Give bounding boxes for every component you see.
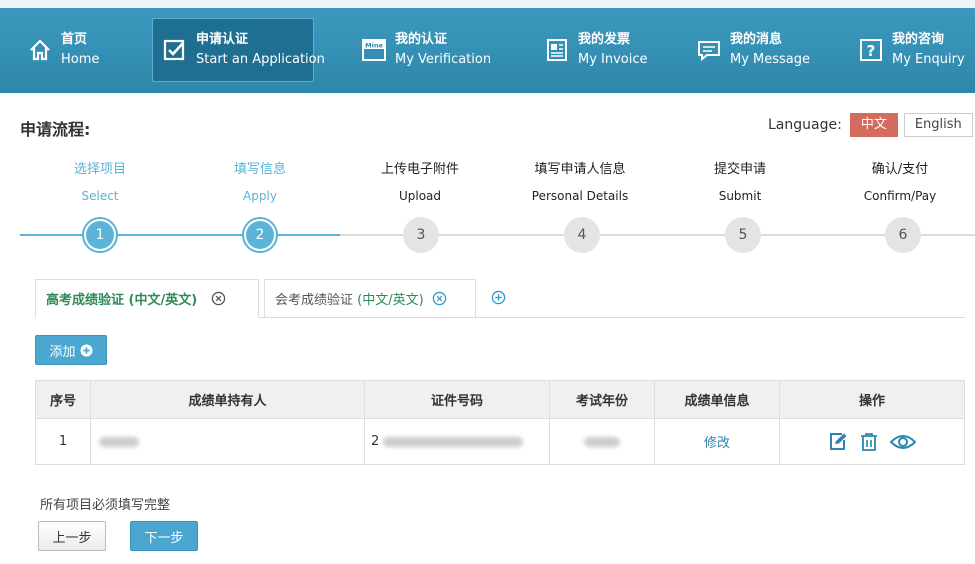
home-icon (28, 38, 52, 62)
language-label: Language: (768, 117, 842, 133)
tab-huikao-title: 会考成绩验证 (275, 293, 358, 308)
nav-my-enquiry[interactable]: ? 我的咨询 My Enquiry (859, 18, 965, 82)
nav-my-invoice-cn: 我的发票 (578, 32, 631, 47)
step-number-1: 1 (86, 221, 114, 249)
step-label-personal-details: 填写申请人信息 Personal Details (500, 161, 660, 205)
view-eye-icon[interactable] (890, 433, 916, 451)
cell-holder (90, 418, 365, 465)
nav-my-invoice[interactable]: 我的发票 My Invoice (545, 18, 648, 82)
step-upload-en: Upload (398, 189, 442, 203)
close-icon[interactable] (432, 291, 447, 306)
nav-my-enquiry-cn: 我的咨询 (892, 32, 945, 47)
table-row: 1 2 修改 (35, 418, 965, 465)
edit-link[interactable]: 修改 (704, 436, 730, 451)
trash-icon[interactable] (860, 432, 878, 452)
step-submit-cn: 提交申请 (713, 162, 766, 177)
step-label-submit: 提交申请 Submit (660, 161, 820, 205)
tab-huikao-paren: (中文/英文) (357, 293, 424, 308)
nav-start-application-en: Start an Application (196, 52, 325, 67)
progress-line-done (20, 234, 340, 236)
col-transcript-info: 成绩单信息 (654, 380, 780, 419)
checkbox-icon (163, 38, 187, 62)
tab-gaokao-verification[interactable]: 高考成绩验证 (中文/英文) (35, 279, 259, 318)
step-confirm-pay-en: Confirm/Pay (863, 189, 937, 203)
step-confirm-pay-cn: 确认/支付 (871, 162, 929, 177)
message-icon (697, 38, 721, 62)
step-select-en: Select (81, 189, 119, 203)
cell-id-number: 2 (364, 418, 550, 465)
step-label-upload: 上传电子附件 Upload (340, 161, 500, 205)
nav-my-verification-cn: 我的认证 (395, 32, 448, 47)
cell-actions (779, 418, 965, 465)
plus-circle-icon (79, 343, 93, 357)
step-circle-4: 4 (564, 217, 600, 253)
step-circle-1: 1 (82, 217, 118, 253)
lang-chinese-button[interactable]: 中文 (849, 113, 898, 137)
top-nav: 首页 Home 申请认证 Start an Application Mine 我… (0, 0, 975, 93)
svg-text:?: ? (867, 42, 876, 60)
table-header-row: 序号 成绩单持有人 证件号码 考试年份 成绩单信息 操作 (35, 380, 965, 419)
nav-my-message-cn: 我的消息 (730, 32, 783, 47)
step-circle-3: 3 (403, 217, 439, 253)
nav-my-enquiry-en: My Enquiry (892, 52, 965, 67)
step-label-confirm-pay: 确认/支付 Confirm/Pay (820, 161, 975, 205)
tab-gaokao-paren: (中文/英文) (128, 293, 198, 308)
nav-home-en: Home (61, 52, 100, 67)
step-apply-en: Apply (243, 189, 277, 203)
step-select-cn: 选择项目 (73, 162, 126, 177)
nav-start-application-cn: 申请认证 (196, 32, 249, 47)
nav-my-invoice-en: My Invoice (578, 52, 648, 67)
nav-my-verification-en: My Verification (395, 52, 492, 67)
transcript-table: 序号 成绩单持有人 证件号码 考试年份 成绩单信息 操作 1 2 修改 (35, 380, 965, 465)
svg-text:Mine: Mine (365, 42, 383, 50)
id-prefix: 2 (371, 434, 380, 449)
add-tab-icon[interactable] (491, 290, 506, 305)
redacted-id (383, 436, 524, 447)
edit-icon[interactable] (828, 432, 848, 452)
enquiry-icon: ? (859, 38, 883, 62)
step-submit-en: Submit (718, 189, 762, 203)
step-circle-5: 5 (725, 217, 761, 253)
col-actions: 操作 (779, 380, 965, 419)
col-index: 序号 (35, 380, 91, 419)
tab-gaokao-label: 高考成绩验证 (中文/英文) (46, 289, 197, 308)
language-switcher: Language: 中文 English (768, 113, 973, 137)
nav-my-message[interactable]: 我的消息 My Message (697, 18, 810, 82)
next-step-button[interactable]: 下一步 (130, 521, 198, 551)
tab-huikao-verification[interactable]: 会考成绩验证 (中文/英文) (264, 279, 476, 318)
nav-home[interactable]: 首页 Home (28, 18, 99, 82)
cell-exam-year (549, 418, 655, 465)
col-holder: 成绩单持有人 (90, 380, 365, 419)
step-upload-cn: 上传电子附件 (380, 162, 459, 177)
invoice-icon (545, 38, 569, 62)
col-id-number: 证件号码 (364, 380, 550, 419)
nav-my-message-en: My Message (730, 52, 811, 67)
add-button[interactable]: 添加 (35, 335, 107, 365)
tab-huikao-label: 会考成绩验证 (中文/英文) (275, 289, 424, 308)
step-circle-6: 6 (885, 217, 921, 253)
process-title: 申请流程: (20, 120, 91, 139)
close-icon[interactable] (211, 291, 226, 306)
step-personal-details-en: Personal Details (531, 189, 629, 203)
col-exam-year: 考试年份 (549, 380, 655, 419)
add-button-label: 添加 (49, 344, 76, 360)
mine-icon: Mine (362, 38, 386, 62)
redacted-holder (99, 436, 139, 447)
lang-english-button[interactable]: English (903, 113, 973, 137)
step-circle-2: 2 (242, 217, 278, 253)
tab-gaokao-title: 高考成绩验证 (46, 293, 129, 308)
step-label-apply: 填写信息 Apply (180, 161, 340, 205)
prev-step-button[interactable]: 上一步 (38, 521, 106, 551)
step-apply-cn: 填写信息 (233, 162, 286, 177)
nav-home-cn: 首页 (61, 32, 88, 47)
step-label-select: 选择项目 Select (20, 161, 180, 205)
cell-index: 1 (35, 418, 91, 465)
cell-transcript-info: 修改 (654, 418, 780, 465)
nav-start-application[interactable]: 申请认证 Start an Application (152, 18, 325, 82)
required-note: 所有项目必须填写完整 (40, 498, 171, 513)
step-personal-details-cn: 填写申请人信息 (534, 162, 626, 177)
step-number-2: 2 (246, 221, 274, 249)
redacted-year (584, 436, 620, 447)
nav-my-verification[interactable]: Mine 我的认证 My Verification (362, 18, 491, 82)
